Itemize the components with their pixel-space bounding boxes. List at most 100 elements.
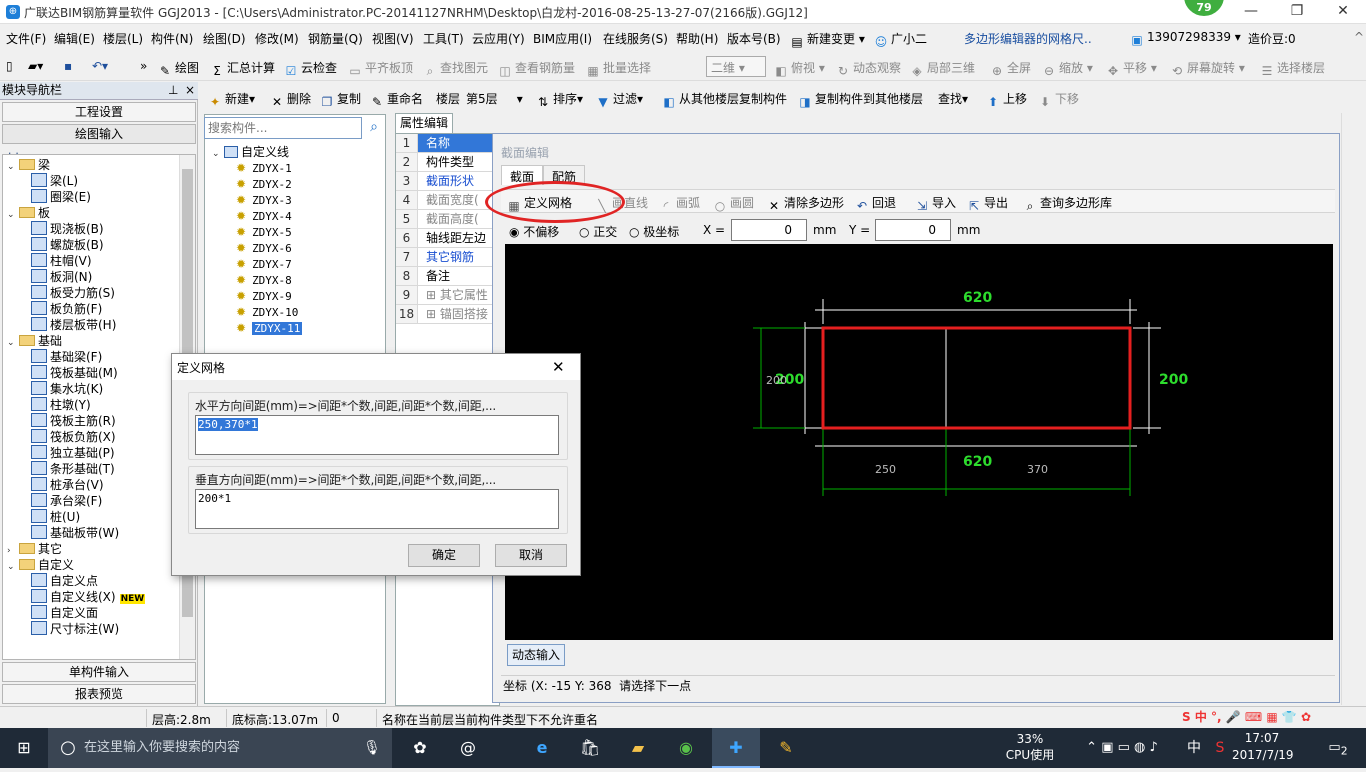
- property-row[interactable]: 18 ⊞ 锚固搭接: [396, 305, 501, 324]
- expand-toggle-icon[interactable]: ⌄: [7, 559, 19, 575]
- copy-to-floor-button[interactable]: ◨ 复制构件到其他楼层: [798, 90, 923, 109]
- main-scrollbar[interactable]: [1341, 113, 1360, 705]
- dynamic-view-button[interactable]: ↻ 动态观察: [836, 59, 901, 78]
- property-row[interactable]: 1 名称: [396, 134, 501, 153]
- new-component-button[interactable]: ✦ 新建▾: [208, 90, 255, 109]
- tree-item[interactable]: 自定义面: [31, 605, 98, 621]
- rotate-button[interactable]: ⟲ 屏幕旋转 ▾: [1170, 59, 1245, 78]
- tree-item[interactable]: 筏板主筋(R): [31, 413, 116, 429]
- collapse-icon[interactable]: ^: [1354, 30, 1364, 44]
- clear-polygon-button[interactable]: ✕ 清除多边形: [767, 194, 844, 213]
- property-row[interactable]: 9 ⊞ 其它属性: [396, 286, 501, 305]
- tree-item[interactable]: 基础板带(W): [31, 525, 119, 541]
- pin-icon[interactable]: ⊥: [168, 82, 178, 99]
- tree-item[interactable]: 螺旋板(B): [31, 237, 104, 253]
- menu-view[interactable]: 视图(V): [372, 30, 414, 47]
- view-mode-select[interactable]: 二维 ▾: [706, 56, 766, 77]
- tree-item[interactable]: 板洞(N): [31, 269, 92, 285]
- y-input[interactable]: 0: [875, 219, 951, 241]
- single-component-button[interactable]: 单构件输入: [2, 662, 196, 682]
- menu-rebar[interactable]: 钢筋量(Q): [308, 30, 363, 47]
- dynamic-input-button[interactable]: 动态输入: [507, 644, 565, 666]
- batch-select-button[interactable]: ▦ 批量选择: [586, 59, 651, 78]
- ok-button[interactable]: 确定: [408, 544, 480, 567]
- list-item[interactable]: ✹ ZDYX-7: [236, 256, 292, 273]
- property-row[interactable]: 7 其它钢筋: [396, 248, 501, 267]
- tree-item[interactable]: 筏板负筋(X): [31, 429, 116, 445]
- view-rebar-button[interactable]: ◫ 查看钢筋量: [498, 59, 575, 78]
- calc-button[interactable]: Σ 汇总计算: [210, 59, 275, 78]
- menu-version[interactable]: 版本号(B): [727, 30, 781, 47]
- search-icon[interactable]: ⌕: [364, 117, 384, 139]
- copy-button[interactable]: ❐ 复制: [320, 90, 361, 109]
- project-settings-button[interactable]: 工程设置: [2, 102, 196, 122]
- expand-toggle-icon[interactable]: ⌄: [7, 207, 19, 223]
- x-input[interactable]: 0: [731, 219, 807, 241]
- menu-tools[interactable]: 工具(T): [423, 30, 464, 47]
- sogou-ime-icon[interactable]: S 中 °, 🎤 ⌨ ▦ 👕 ✿: [1182, 708, 1311, 725]
- menu-online[interactable]: 在线服务(S): [603, 30, 668, 47]
- tree-item[interactable]: 独立基础(P): [31, 445, 115, 461]
- app-pinwheel-icon[interactable]: ✿: [398, 728, 442, 768]
- local-3d-button[interactable]: ◈ 局部三维: [910, 59, 975, 78]
- file-explorer-icon[interactable]: ▰: [616, 728, 660, 768]
- menu-bim[interactable]: BIM应用(I): [533, 30, 592, 47]
- draw-input-button[interactable]: 绘图输入: [2, 124, 196, 144]
- windows-start-icon[interactable]: ⊞: [0, 728, 48, 768]
- fullscreen-button[interactable]: ⊕ 全屏: [990, 59, 1031, 78]
- app-spiral-icon[interactable]: @: [446, 728, 490, 768]
- rename-button[interactable]: ✎ 重命名: [370, 90, 423, 109]
- tree-item[interactable]: 柱帽(V): [31, 253, 92, 269]
- list-item[interactable]: ✹ ZDYX-3: [236, 192, 292, 209]
- expand-toggle-icon[interactable]: ⌄: [7, 335, 19, 351]
- dialog-close-icon[interactable]: ✕: [552, 358, 565, 376]
- action-center-icon[interactable]: ▭2: [1318, 728, 1358, 768]
- undo-icon[interactable]: ↶▾: [92, 59, 108, 73]
- list-item[interactable]: ✹ ZDYX-2: [236, 176, 292, 193]
- overflow-icon[interactable]: »: [140, 59, 147, 73]
- menu-draw[interactable]: 绘图(D): [203, 30, 246, 47]
- menu-component[interactable]: 构件(N): [151, 30, 193, 47]
- sogou-tray-icon[interactable]: S: [1208, 728, 1232, 768]
- tree-item[interactable]: 桩承台(V): [31, 477, 104, 493]
- property-row[interactable]: 6 轴线距左边: [396, 229, 501, 248]
- ime-indicator[interactable]: 中: [1182, 728, 1206, 768]
- tree-item[interactable]: 集水坑(K): [31, 381, 103, 397]
- property-row[interactable]: 8 备注: [396, 267, 501, 286]
- select-floor-button[interactable]: ☰ 选择楼层: [1260, 59, 1325, 78]
- tree-item[interactable]: 柱墩(Y): [31, 397, 91, 413]
- menu-file[interactable]: 文件(F): [6, 30, 46, 47]
- save-icon[interactable]: ▪: [64, 59, 72, 73]
- filter-button[interactable]: ▼ 过滤▾: [596, 90, 643, 109]
- find-button[interactable]: 查找▾: [938, 90, 968, 107]
- menu-cloud[interactable]: 云应用(Y): [472, 30, 525, 47]
- expand-toggle-icon[interactable]: ⌄: [7, 159, 19, 175]
- menu-help[interactable]: 帮助(H): [676, 30, 718, 47]
- list-item[interactable]: ✹ ZDYX-9: [236, 288, 292, 305]
- edge-browser-icon[interactable]: e: [520, 728, 564, 768]
- menu-modify[interactable]: 修改(M): [255, 30, 299, 47]
- tree-item[interactable]: 条形基础(T): [31, 461, 115, 477]
- export-button[interactable]: ⇱ 导出: [967, 194, 1008, 213]
- report-preview-button[interactable]: 报表预览: [2, 684, 196, 704]
- open-folder-icon[interactable]: ▰▾: [28, 59, 43, 73]
- top-view-button[interactable]: ◧ 俯视 ▾: [774, 59, 825, 78]
- property-row[interactable]: 2 构件类型: [396, 153, 501, 172]
- tray-icons[interactable]: ⌃ ▣ ▭ ◍ ♪: [1062, 728, 1182, 768]
- radio-no-offset[interactable]: ◉ 不偏移: [509, 223, 559, 240]
- list-item[interactable]: ✹ ZDYX-5: [236, 224, 292, 241]
- property-row[interactable]: 5 截面高度(: [396, 210, 501, 229]
- minimize-button[interactable]: —: [1228, 0, 1274, 24]
- list-item[interactable]: ✹ ZDYX-11: [236, 320, 303, 337]
- query-polygon-library-button[interactable]: ⌕ 查询多边形库: [1023, 194, 1112, 213]
- tree-item[interactable]: 承台梁(F): [31, 493, 102, 509]
- tree-item[interactable]: 桩(U): [31, 509, 80, 525]
- undo-button[interactable]: ↶ 回退: [855, 194, 896, 213]
- search-input[interactable]: 搜索构件...: [204, 117, 362, 139]
- draw-button[interactable]: ✎ 绘图: [158, 59, 199, 78]
- menu-edit[interactable]: 编辑(E): [54, 30, 95, 47]
- expand-toggle-icon[interactable]: ⌄: [212, 146, 224, 162]
- notepad-app-icon[interactable]: ✎: [764, 728, 808, 768]
- list-item[interactable]: ✹ ZDYX-6: [236, 240, 292, 257]
- copy-from-floor-button[interactable]: ◧ 从其他楼层复制构件: [662, 90, 787, 109]
